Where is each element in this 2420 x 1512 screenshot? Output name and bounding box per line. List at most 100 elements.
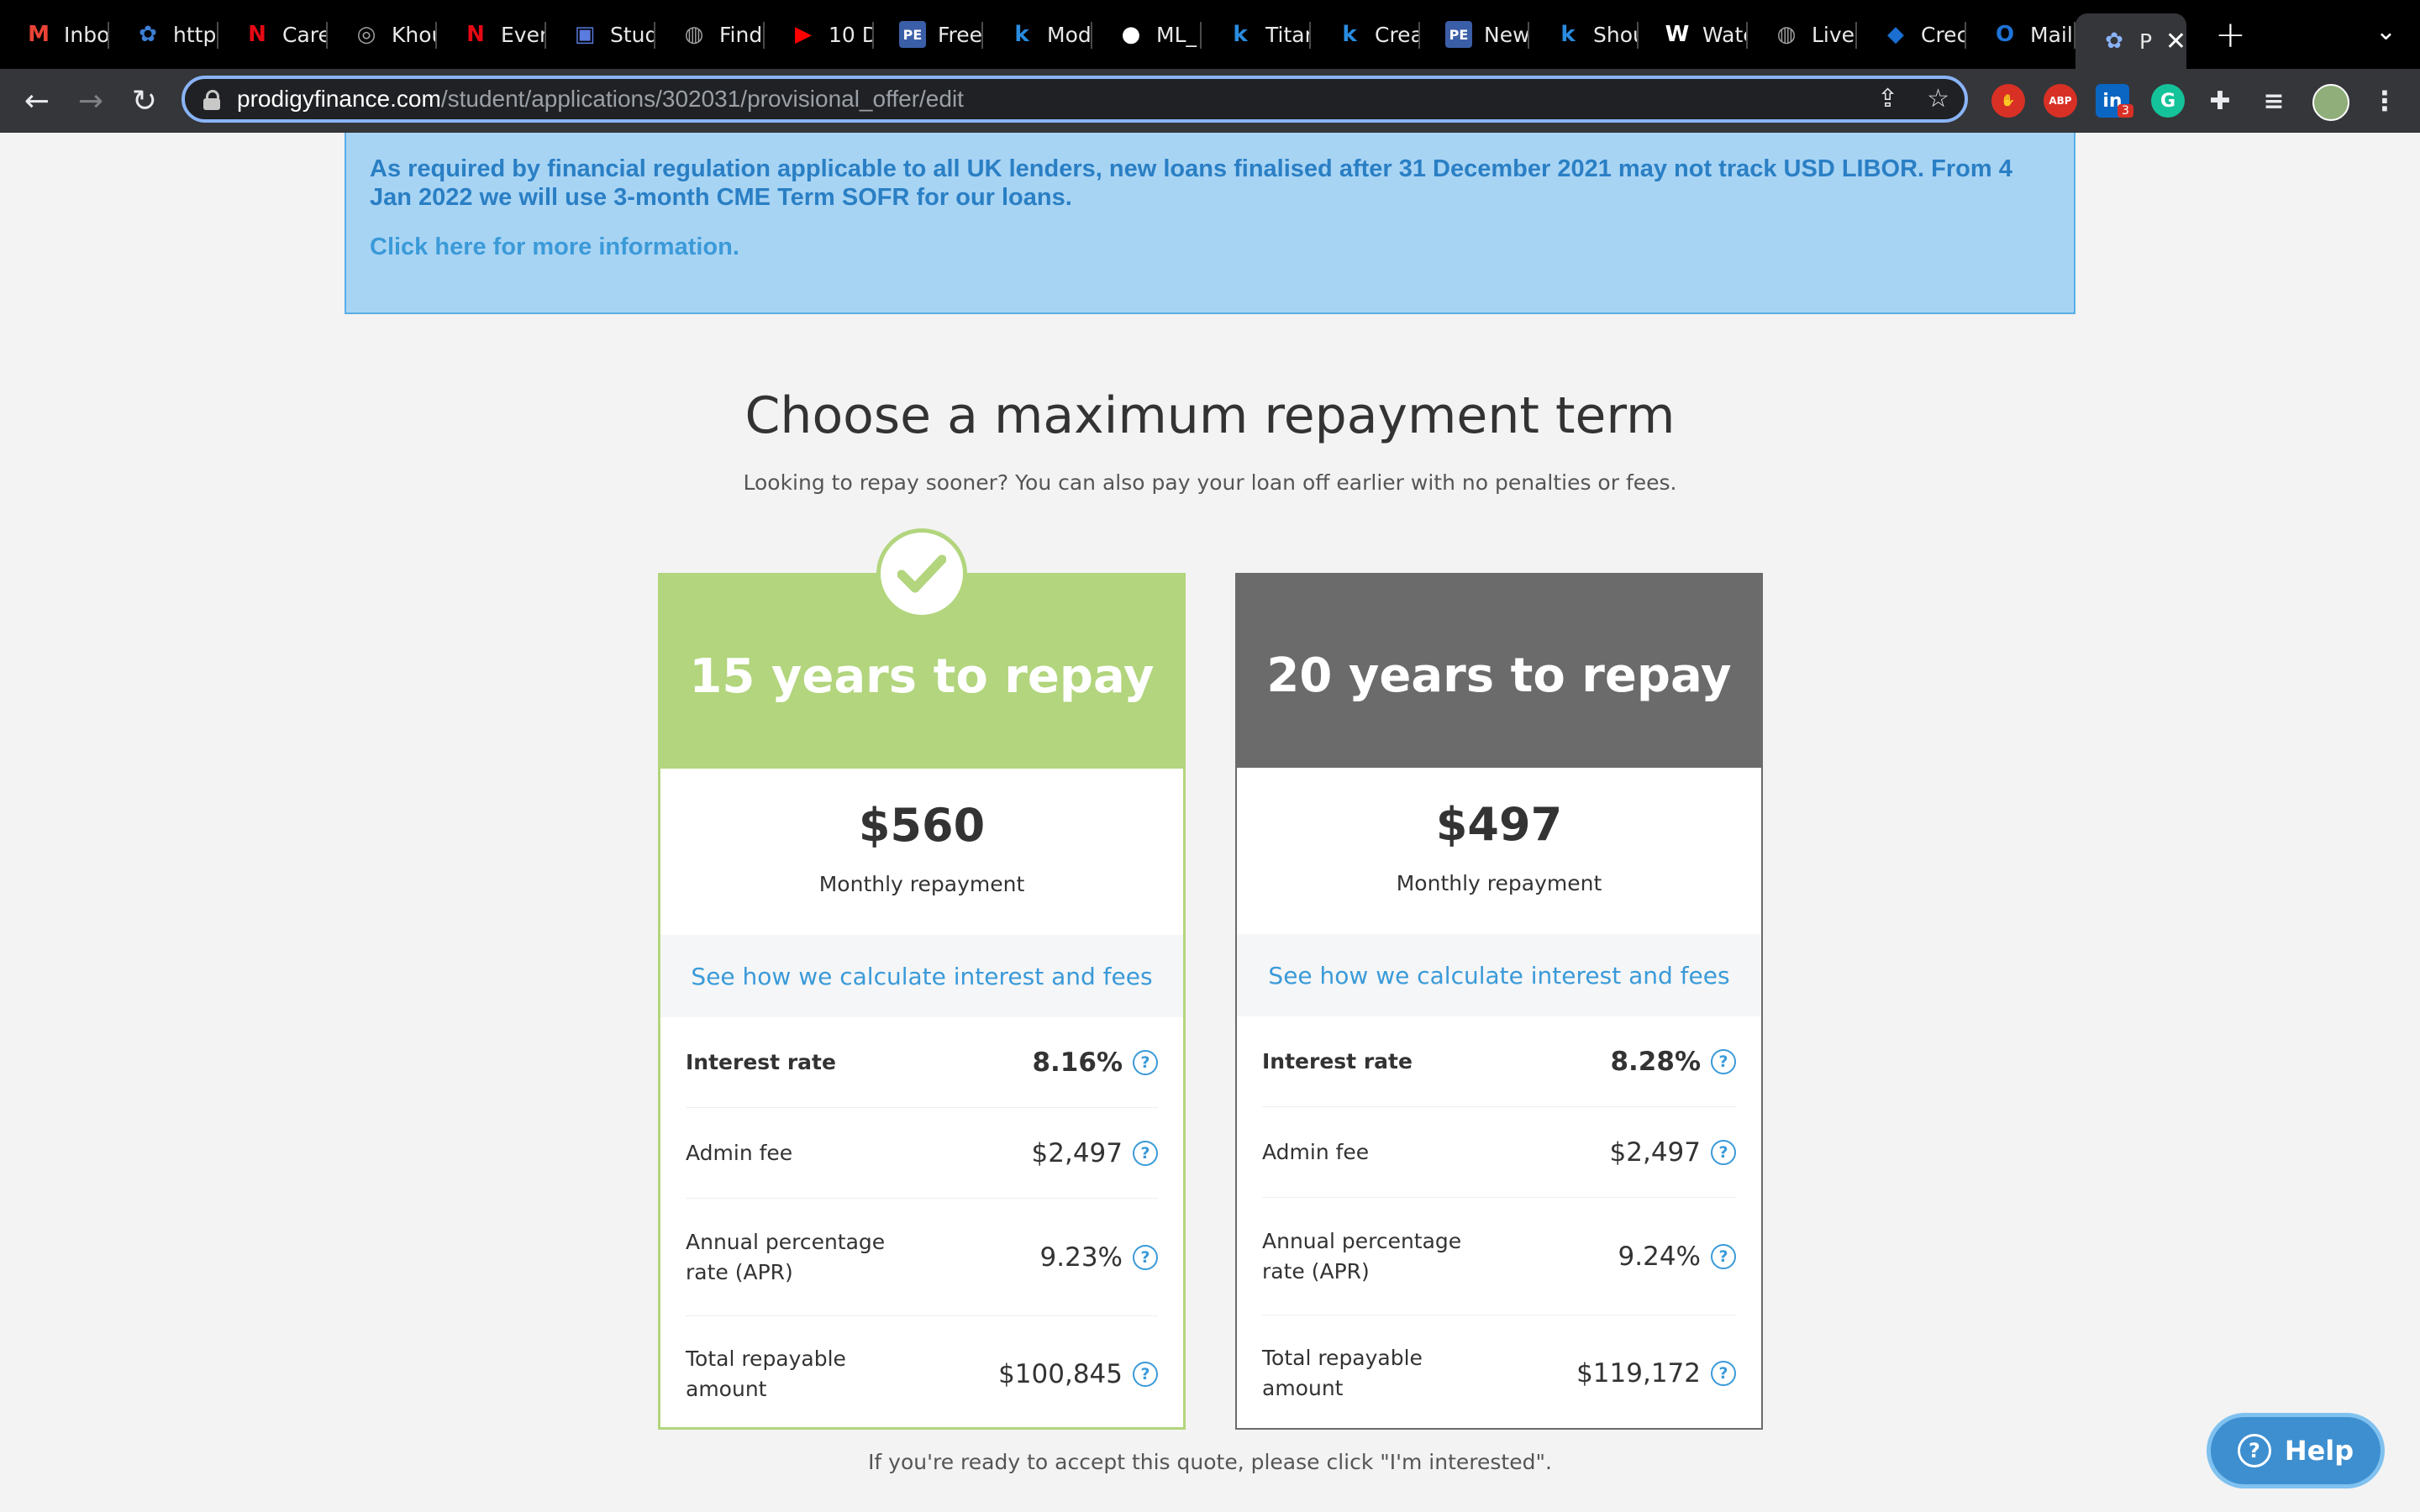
- loan-details: Interest rate 8.28%? Admin fee $2,497? A…: [1237, 1016, 1761, 1431]
- tab-label: Free: [938, 22, 983, 47]
- notice-text: As required by financial regulation appl…: [370, 155, 2012, 211]
- lotus-icon: ✿: [139, 22, 157, 47]
- interest-rate-row: Interest rate 8.28%?: [1262, 1016, 1736, 1107]
- globe-icon: ◍: [684, 22, 704, 47]
- admin-fee-row: Admin fee $2,497?: [1262, 1107, 1736, 1198]
- tab-label: https: [173, 22, 218, 47]
- browser-tab[interactable]: W Watc: [1639, 0, 1748, 69]
- new-tab-button[interactable]: +: [2215, 13, 2246, 56]
- browser-menu-icon[interactable]: ⋮: [2368, 84, 2402, 118]
- browser-tab[interactable]: M Inbo: [0, 0, 109, 69]
- browser-tab[interactable]: N Even: [437, 0, 546, 69]
- term-card-15-years[interactable]: 15 years to repay $560 Monthly repayment…: [658, 528, 1186, 1432]
- address-bar[interactable]: prodigyfinance.com/student/applications/…: [182, 76, 1968, 123]
- total-repayable-label: Total repayable amount: [686, 1347, 846, 1401]
- tab-active[interactable]: ✿ P ✕: [2075, 13, 2186, 69]
- forward-arrow-icon[interactable]: →: [64, 74, 118, 128]
- globe-icon: ◎: [356, 22, 376, 47]
- admin-fee-label: Admin fee: [686, 1140, 793, 1165]
- monthly-label: Monthly repayment: [1396, 871, 1602, 895]
- more-information-link[interactable]: Click here for more information.: [370, 234, 739, 261]
- browser-tab-bar: M Inbo ✿ https N Care ◎ Khou N Even ▣ Stud ◍ Find ▶ 10 …: [0, 0, 2420, 69]
- tab-label: 10 D: [829, 22, 874, 47]
- back-arrow-icon[interactable]: ←: [10, 74, 64, 128]
- tab-label: Crea: [1375, 22, 1420, 47]
- question-help-icon[interactable]: ?: [1711, 1048, 1736, 1074]
- question-help-icon[interactable]: ?: [1133, 1362, 1158, 1387]
- monthly-repayment: $497 Monthly repayment: [1237, 768, 1761, 934]
- libor-notice-banner: As required by financial regulation appl…: [345, 133, 2075, 314]
- browser-tab[interactable]: PE New: [1420, 0, 1529, 69]
- url-text[interactable]: prodigyfinance.com/student/applications/…: [237, 86, 964, 113]
- total-repayable-label: Total repayable amount: [1262, 1346, 1423, 1400]
- question-help-icon[interactable]: ?: [1711, 1361, 1736, 1386]
- browser-tab[interactable]: ● ML_: [1092, 0, 1202, 69]
- lock-icon[interactable]: [203, 90, 220, 110]
- reload-icon[interactable]: ↻: [118, 74, 171, 128]
- github-icon: ●: [1121, 22, 1141, 47]
- tab-label: Mail: [2030, 22, 2073, 47]
- checkmark-icon: [876, 528, 967, 619]
- question-help-icon[interactable]: ?: [1711, 1139, 1736, 1165]
- calculate-interest-link[interactable]: See how we calculate interest and fees: [1237, 934, 1761, 1016]
- term-card-20-years[interactable]: 20 years to repay $497 Monthly repayment…: [1235, 573, 1763, 1430]
- extensions-puzzle-icon[interactable]: ✚: [2203, 84, 2237, 118]
- apr-label: Annual percentage rate (APR): [1262, 1228, 1462, 1284]
- help-button[interactable]: ? Help: [2207, 1413, 2385, 1488]
- browser-tab[interactable]: O Mail: [1966, 0, 2075, 69]
- browser-tab[interactable]: PE Free: [874, 0, 983, 69]
- globe-icon: ◍: [1776, 22, 1797, 47]
- star-bookmark-icon[interactable]: ☆: [1927, 84, 1949, 113]
- reading-list-icon[interactable]: ≡: [2257, 84, 2291, 118]
- question-help-icon[interactable]: ?: [1133, 1244, 1158, 1270]
- browser-tab[interactable]: ◍ Live: [1748, 0, 1857, 69]
- total-repayable-row: Total repayable amount $119,172?: [1262, 1315, 1736, 1431]
- browser-tab[interactable]: k Shou: [1529, 0, 1639, 69]
- question-help-icon[interactable]: ?: [1133, 1140, 1158, 1166]
- browser-tab[interactable]: ✿ https: [109, 0, 218, 69]
- browser-tab[interactable]: ◍ Find: [655, 0, 765, 69]
- browser-toolbar: ← → ↻ prodigyfinance.com/student/applica…: [0, 69, 2420, 133]
- profile-avatar[interactable]: [2312, 84, 2349, 121]
- tab-label: Watc: [1702, 22, 1748, 47]
- accept-quote-note: If you're ready to accept this quote, pl…: [868, 1450, 1552, 1474]
- apr-label: Annual percentage rate (APR): [686, 1229, 886, 1284]
- apr-row: Annual percentage rate (APR) 9.23%?: [686, 1199, 1158, 1316]
- question-help-icon[interactable]: ?: [1711, 1243, 1736, 1269]
- wordpress-icon: W: [1665, 22, 1690, 47]
- admin-fee-value: $2,497: [1609, 1137, 1701, 1168]
- browser-tab[interactable]: ▣ Stud: [546, 0, 655, 69]
- interest-rate-value: 8.16%: [1032, 1047, 1123, 1078]
- total-repayable-value: $100,845: [998, 1359, 1123, 1389]
- page-title: Choose a maximum repayment term: [744, 386, 1676, 445]
- browser-tab[interactable]: k Crea: [1311, 0, 1420, 69]
- browser-tab[interactable]: ◆ Crec: [1857, 0, 1966, 69]
- browser-tab[interactable]: N Care: [218, 0, 328, 69]
- k-icon: k: [1233, 22, 1248, 47]
- loan-details: Interest rate 8.16%? Admin fee $2,497? A…: [660, 1017, 1183, 1432]
- admin-fee-row: Admin fee $2,497?: [686, 1108, 1158, 1199]
- browser-tab[interactable]: k Titar: [1202, 0, 1311, 69]
- share-icon[interactable]: ⇪: [1877, 84, 1898, 113]
- tab-search-chevron-icon[interactable]: ⌄: [2375, 17, 2396, 46]
- monthly-repayment: $560 Monthly repayment: [660, 769, 1183, 935]
- abp-icon[interactable]: ABP: [2044, 84, 2077, 118]
- grammarly-icon[interactable]: G: [2151, 84, 2185, 118]
- netflix-icon: N: [466, 22, 485, 47]
- pe-icon: PE: [899, 21, 926, 48]
- adblock-icon[interactable]: ✋: [1991, 84, 2025, 118]
- question-help-icon[interactable]: ?: [1133, 1049, 1158, 1075]
- interest-rate-row: Interest rate 8.16%?: [686, 1017, 1158, 1108]
- apr-value: 9.24%: [1618, 1241, 1701, 1272]
- admin-fee-value: $2,497: [1031, 1137, 1123, 1168]
- close-tab-icon[interactable]: ✕: [2165, 27, 2186, 56]
- linkedin-badge: 3: [2118, 104, 2133, 118]
- browser-tab[interactable]: ▶ 10 D: [765, 0, 874, 69]
- browser-tab[interactable]: ◎ Khou: [328, 0, 437, 69]
- tab-label: Mod: [1047, 22, 1092, 47]
- calculate-interest-link[interactable]: See how we calculate interest and fees: [660, 935, 1183, 1017]
- lotus-icon: ✿: [2105, 29, 2123, 54]
- app-icon: ▣: [574, 22, 596, 47]
- browser-tab[interactable]: k Mod: [983, 0, 1092, 69]
- tab-label: Care: [282, 22, 328, 47]
